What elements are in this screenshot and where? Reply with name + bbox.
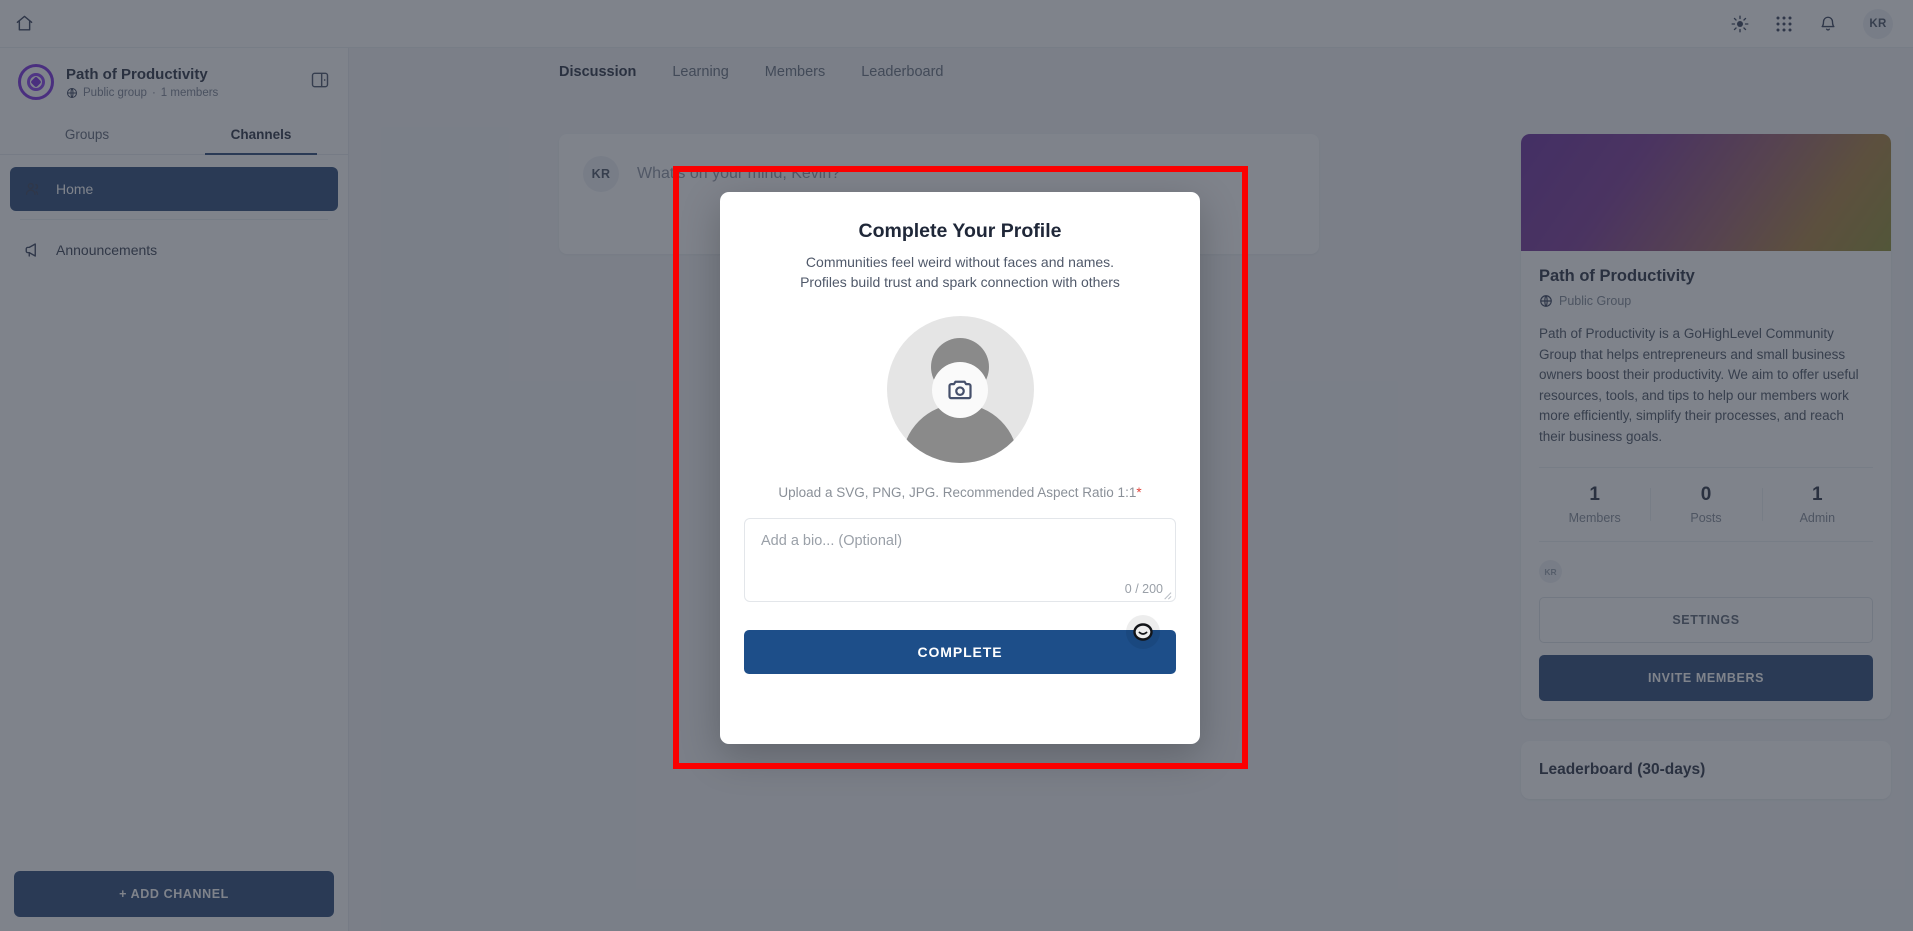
camera-icon[interactable]	[932, 361, 988, 418]
complete-profile-modal: Complete Your Profile Communities feel w…	[720, 192, 1200, 744]
required-asterisk: *	[1136, 485, 1142, 500]
modal-subtitle-line1: Communities feel weird without faces and…	[805, 254, 1115, 270]
screen-root: KR Path of Productivity Public group ·	[0, 0, 1913, 931]
bio-character-counter: 0 / 200	[1124, 582, 1163, 596]
bio-textarea[interactable]: Add a bio... (Optional) 0 / 200	[744, 518, 1176, 602]
modal-subtitle: Communities feel weird without faces and…	[744, 252, 1176, 292]
avatar-upload-zone[interactable]	[744, 316, 1176, 463]
modal-subtitle-line2: Profiles build trust and spark connectio…	[800, 274, 1120, 290]
modal-title: Complete Your Profile	[858, 220, 1062, 242]
upload-hint: Upload a SVG, PNG, JPG. Recommended Aspe…	[744, 485, 1176, 500]
complete-button[interactable]: COMPLETE	[744, 630, 1176, 674]
resize-handle-icon[interactable]	[1161, 587, 1172, 600]
bio-placeholder: Add a bio... (Optional)	[761, 533, 903, 549]
upload-hint-text: Upload a SVG, PNG, JPG. Recommended Aspe…	[778, 485, 1137, 500]
mouse-cursor	[1126, 615, 1160, 649]
person-placeholder-icon	[886, 316, 1034, 463]
